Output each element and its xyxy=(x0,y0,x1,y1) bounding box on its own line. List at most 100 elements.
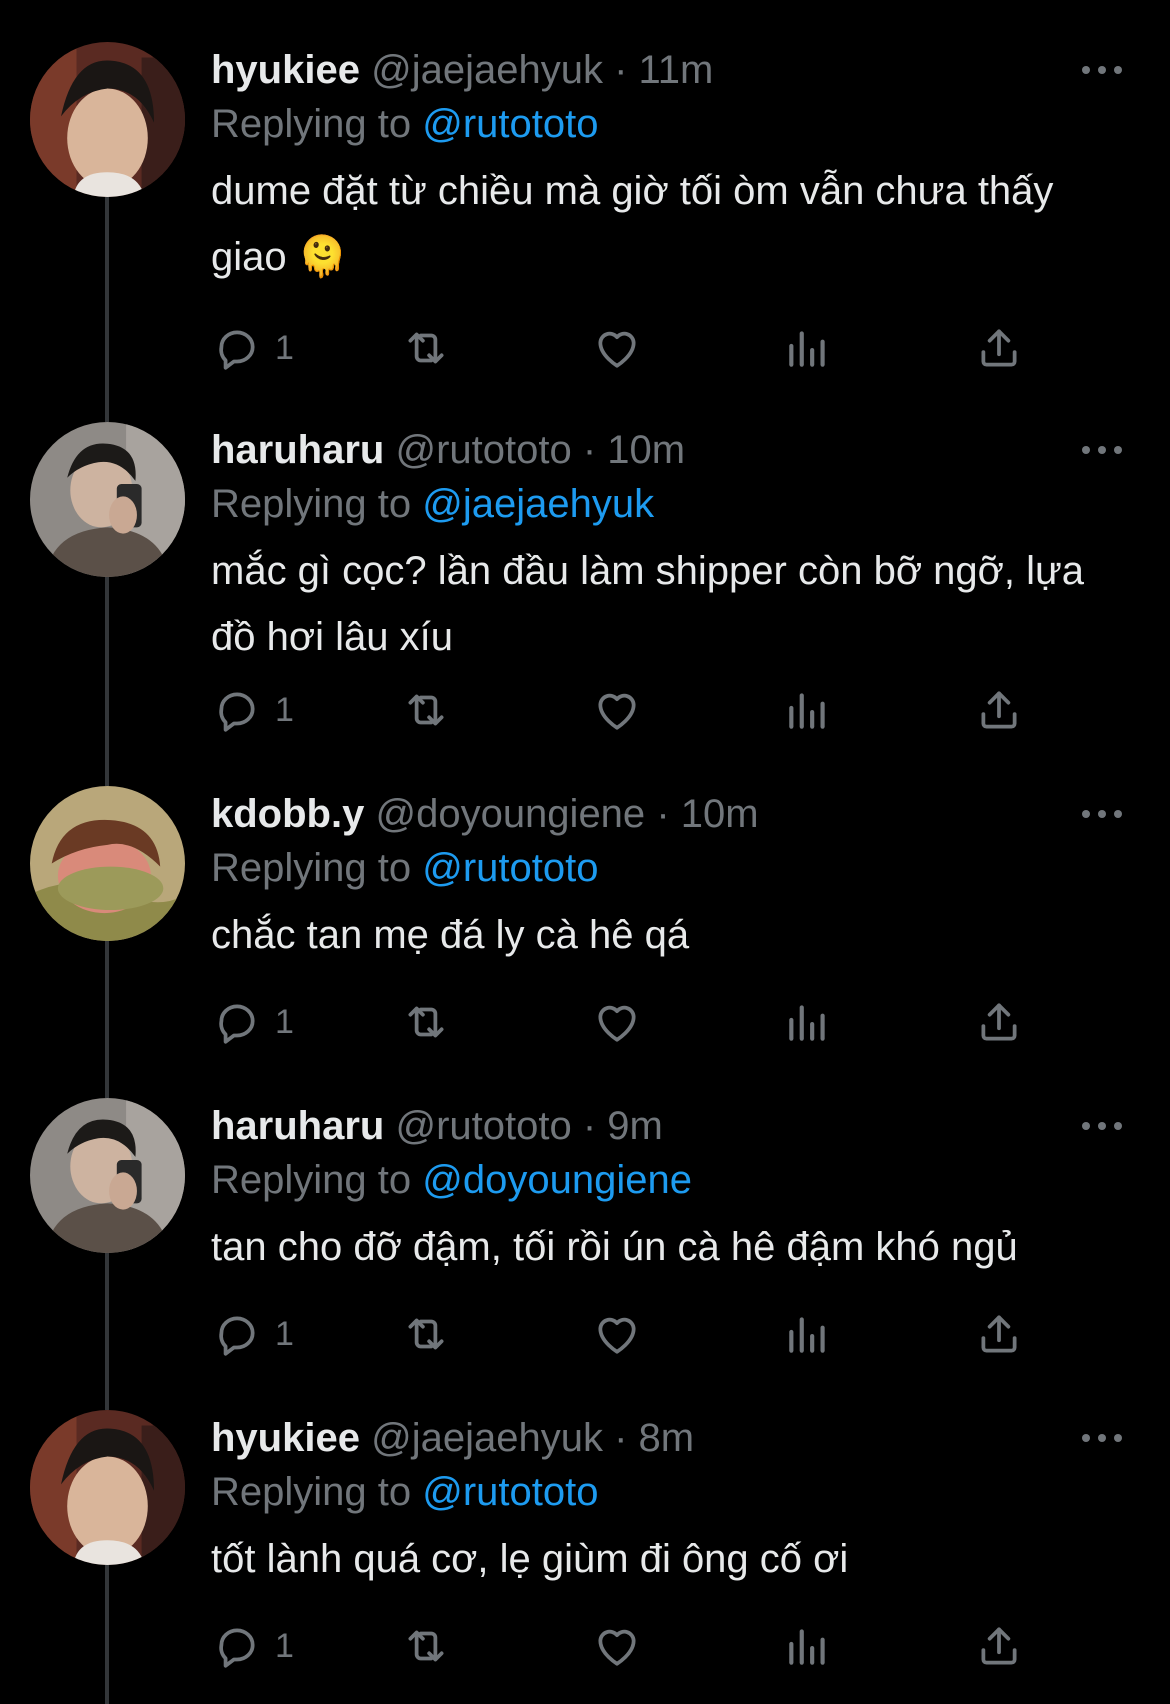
mention-link[interactable]: @rutototo xyxy=(422,102,598,146)
retweet-icon xyxy=(401,1309,451,1359)
like-button[interactable] xyxy=(592,1616,642,1676)
like-button[interactable] xyxy=(592,680,642,740)
avatar[interactable] xyxy=(30,786,185,941)
replying-to-label: Replying to xyxy=(211,846,412,890)
reply-button[interactable]: 1 xyxy=(211,1304,294,1364)
reply-button[interactable]: 1 xyxy=(211,1616,294,1676)
views-icon xyxy=(783,685,833,735)
timestamp[interactable]: 11m xyxy=(639,48,714,92)
reply-icon xyxy=(211,1309,261,1359)
timestamp[interactable]: 10m xyxy=(681,792,759,836)
share-button[interactable] xyxy=(974,318,1024,378)
tweet-content: haruharu @rutototo · 9m Replying to @doy… xyxy=(211,1098,1131,1280)
mention-link[interactable]: @doyoungiene xyxy=(422,1158,692,1202)
retweet-button[interactable] xyxy=(401,1616,451,1676)
share-icon xyxy=(974,685,1024,735)
like-button[interactable] xyxy=(592,318,642,378)
thread-connector-line xyxy=(105,1248,109,1410)
like-button[interactable] xyxy=(592,992,642,1052)
handle[interactable]: @jaejaehyuk xyxy=(371,1416,603,1460)
avatar[interactable] xyxy=(30,422,185,577)
retweet-button[interactable] xyxy=(401,1304,451,1364)
tweet-text: chắc tan mẹ đá ly cà hê qá xyxy=(211,913,690,957)
share-button[interactable] xyxy=(974,1304,1024,1364)
handle[interactable]: @rutototo xyxy=(395,1104,571,1148)
share-button[interactable] xyxy=(974,680,1024,740)
separator-dot: · xyxy=(656,792,681,836)
tweet-actions: 1 xyxy=(211,680,1091,740)
thread-connector-line xyxy=(105,192,109,422)
display-name[interactable]: haruharu xyxy=(211,1104,384,1148)
timestamp[interactable]: 8m xyxy=(639,1416,695,1460)
timestamp[interactable]: 10m xyxy=(607,428,685,472)
timestamp[interactable]: 9m xyxy=(607,1104,663,1148)
reply-count: 1 xyxy=(275,328,294,367)
share-button[interactable] xyxy=(974,992,1024,1052)
reply-button[interactable]: 1 xyxy=(211,318,294,378)
tweet-text: tan cho đỡ đậm, tối rồi ún cà hê đậm khó… xyxy=(211,1225,1018,1269)
retweet-icon xyxy=(401,323,451,373)
share-icon xyxy=(974,1621,1024,1671)
reply-icon xyxy=(211,323,261,373)
display-name[interactable]: hyukiee xyxy=(211,48,360,92)
retweet-button[interactable] xyxy=(401,318,451,378)
handle[interactable]: @jaejaehyuk xyxy=(371,48,603,92)
views-button[interactable] xyxy=(783,992,833,1052)
mention-link[interactable]: @jaejaehyuk xyxy=(422,482,654,526)
tweet-header: hyukiee @jaejaehyuk · 11m xyxy=(211,42,1131,98)
tweet-content: hyukiee @jaejaehyuk · 8m Replying to @ru… xyxy=(211,1410,1131,1592)
views-icon xyxy=(783,1621,833,1671)
avatar[interactable] xyxy=(30,1410,185,1565)
views-button[interactable] xyxy=(783,1304,833,1364)
more-options-icon[interactable] xyxy=(1074,50,1130,90)
handle[interactable]: @doyoungiene xyxy=(375,792,645,836)
retweet-button[interactable] xyxy=(401,680,451,740)
avatar[interactable] xyxy=(30,42,185,197)
views-icon xyxy=(783,1309,833,1359)
replying-to-label: Replying to xyxy=(211,482,412,526)
reply-icon xyxy=(211,1621,261,1671)
replying-to-label: Replying to xyxy=(211,102,412,146)
heart-icon xyxy=(592,1309,642,1359)
reply-button[interactable]: 1 xyxy=(211,992,294,1052)
tweet-header: hyukiee @jaejaehyuk · 8m xyxy=(211,1410,1131,1466)
display-name[interactable]: hyukiee xyxy=(211,1416,360,1460)
replying-to: Replying to @doyoungiene xyxy=(211,1154,1131,1206)
display-name[interactable]: haruharu xyxy=(211,428,384,472)
tweet-content: hyukiee @jaejaehyuk · 11m Replying to @r… xyxy=(211,42,1131,290)
replying-to: Replying to @jaejaehyuk xyxy=(211,478,1131,530)
mention-link[interactable]: @rutototo xyxy=(422,846,598,890)
more-options-icon[interactable] xyxy=(1074,1418,1130,1458)
tweet-actions: 1 xyxy=(211,318,1091,378)
display-name[interactable]: kdobb.y xyxy=(211,792,364,836)
mention-link[interactable]: @rutototo xyxy=(422,1470,598,1514)
views-button[interactable] xyxy=(783,318,833,378)
separator-dot: · xyxy=(614,1416,639,1460)
tweet-header: haruharu @rutototo · 10m xyxy=(211,422,1131,478)
handle[interactable]: @rutototo xyxy=(395,428,571,472)
reply-count: 1 xyxy=(275,1002,294,1041)
thread-connector-line xyxy=(105,572,109,786)
reply-count: 1 xyxy=(275,1626,294,1665)
more-options-icon[interactable] xyxy=(1074,430,1130,470)
like-button[interactable] xyxy=(592,1304,642,1364)
reply-count: 1 xyxy=(275,1314,294,1353)
heart-icon xyxy=(592,1621,642,1671)
more-options-icon[interactable] xyxy=(1074,794,1130,834)
replying-to: Replying to @rutototo xyxy=(211,842,1131,894)
share-icon xyxy=(974,1309,1024,1359)
heart-icon xyxy=(592,685,642,735)
thread-connector-line xyxy=(105,1560,109,1704)
views-button[interactable] xyxy=(783,1616,833,1676)
tweet-text: dume đặt từ chiều mà giờ tối òm vẫn chưa… xyxy=(211,169,1054,279)
views-button[interactable] xyxy=(783,680,833,740)
retweet-button[interactable] xyxy=(401,992,451,1052)
more-options-icon[interactable] xyxy=(1074,1106,1130,1146)
reply-button[interactable]: 1 xyxy=(211,680,294,740)
heart-icon xyxy=(592,997,642,1047)
thread-connector-line xyxy=(105,936,109,1098)
share-button[interactable] xyxy=(974,1616,1024,1676)
tweet-text: tốt lành quá cơ, lẹ giùm đi ông cố ơi xyxy=(211,1537,849,1581)
reply-thread: hyukiee @jaejaehyuk · 11m Replying to @r… xyxy=(0,0,1170,1704)
avatar[interactable] xyxy=(30,1098,185,1253)
